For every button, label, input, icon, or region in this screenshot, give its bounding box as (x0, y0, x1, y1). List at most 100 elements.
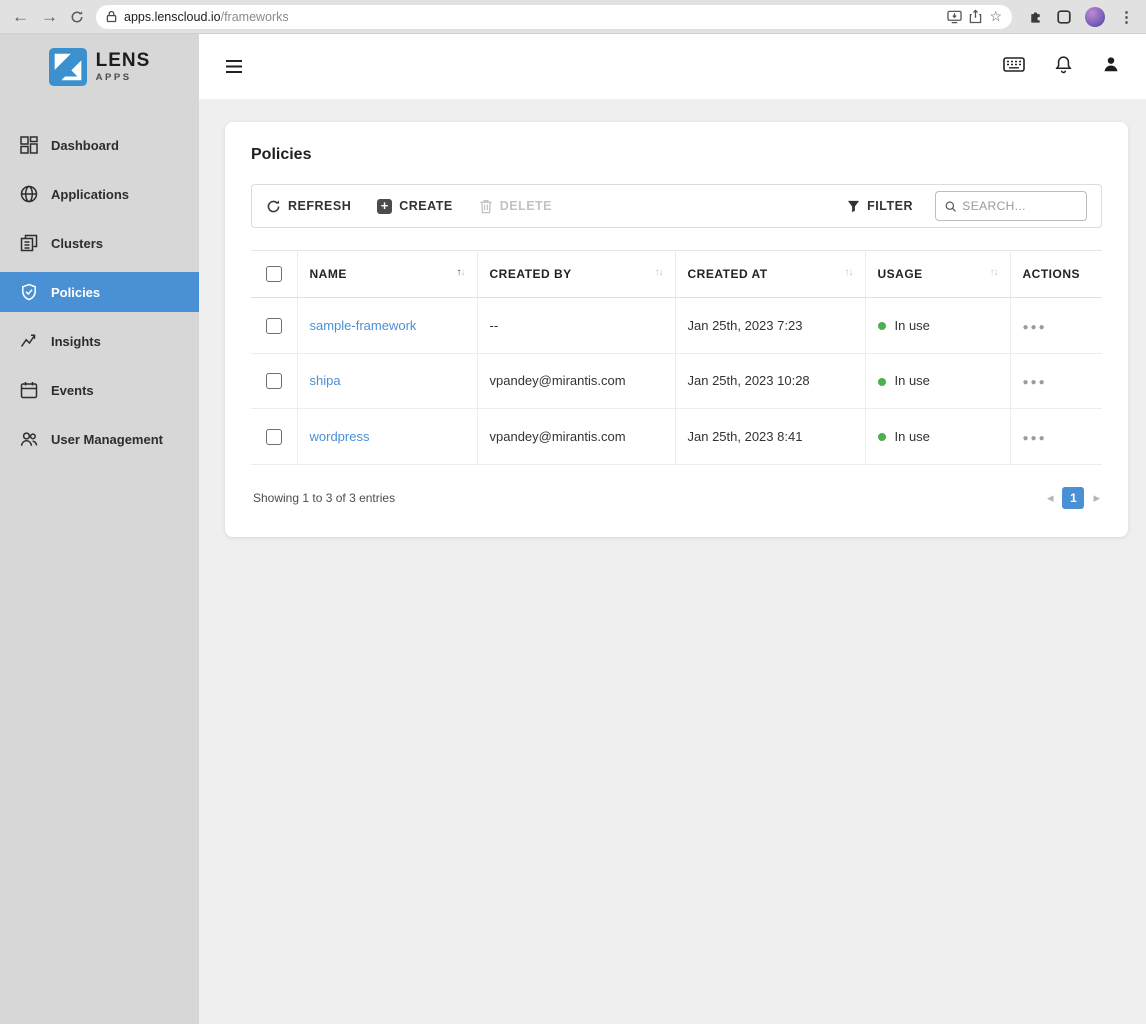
policy-name-link[interactable]: shipa (310, 373, 341, 388)
sidebar-item-label: Insights (51, 333, 101, 349)
select-all-checkbox[interactable] (265, 266, 282, 282)
sort-arrows-icon[interactable]: ↑↓ (845, 267, 854, 278)
toolbar-right: FILTER (847, 191, 1087, 221)
notifications-bell-icon[interactable] (1055, 55, 1072, 79)
sidebar-item-label: Dashboard (51, 137, 119, 153)
usage-label: In use (894, 317, 930, 333)
policy-name-link[interactable]: sample-framework (310, 318, 417, 333)
column-header-actions: ACTIONS (1010, 250, 1102, 298)
usage-cell: In use (865, 408, 1011, 465)
events-icon (20, 382, 38, 399)
url-text: apps.lenscloud.io/frameworks (124, 10, 289, 24)
share-icon[interactable] (969, 9, 982, 24)
column-label: ACTIONS (1022, 267, 1080, 281)
usage-label: In use (894, 373, 930, 389)
sidebar-item-clusters[interactable]: Clusters (0, 223, 199, 263)
policies-card: Policies REFRESH + CREATE DELETE FILTER … (225, 122, 1128, 537)
sidebar-item-dashboard[interactable]: Dashboard (0, 125, 199, 165)
filter-button[interactable]: FILTER (847, 199, 913, 213)
search-input[interactable] (962, 199, 1077, 213)
insights-icon (20, 334, 36, 347)
column-header-usage[interactable]: USAGE ↑↓ (865, 250, 1011, 298)
profile-avatar[interactable] (1085, 6, 1105, 27)
install-app-icon[interactable] (947, 10, 963, 24)
browser-back-icon[interactable]: ← (12, 8, 29, 25)
applications-icon (20, 185, 38, 203)
brand-sub: APPS (95, 71, 132, 83)
table-row: sample-framework -- Jan 25th, 2023 7:23 … (251, 297, 1102, 354)
sort-arrows-icon[interactable]: ↑↓ (457, 267, 466, 278)
sidebar-item-user-management[interactable]: User Management (0, 419, 199, 459)
row-checkbox[interactable] (265, 373, 282, 390)
sidebar-item-label: Events (51, 382, 94, 398)
lock-icon (106, 10, 117, 23)
app-logo[interactable]: LENS APPS (0, 34, 199, 99)
bookmark-star-icon[interactable]: ☆ (989, 8, 1002, 25)
usage-cell: In use (865, 353, 1011, 410)
search-icon (945, 200, 956, 212)
row-actions-menu-icon[interactable]: ●●● (1023, 377, 1047, 388)
tab-square-icon[interactable] (1057, 9, 1071, 24)
refresh-button[interactable]: REFRESH (266, 199, 351, 214)
header-icons (1003, 55, 1120, 79)
table-row: shipa vpandey@mirantis.com Jan 25th, 202… (251, 353, 1102, 410)
browser-refresh-icon[interactable] (70, 10, 84, 24)
prev-page-icon[interactable]: ◂ (1047, 491, 1054, 504)
extensions-puzzle-icon[interactable] (1028, 9, 1043, 24)
row-actions-menu-icon[interactable]: ●●● (1023, 433, 1047, 444)
column-label: USAGE (877, 267, 923, 281)
sidebar-item-policies[interactable]: Policies (0, 272, 199, 312)
lens-logo-icon (48, 47, 87, 86)
account-icon[interactable] (1102, 55, 1120, 78)
policies-table: NAME ↑↓ CREATED BY ↑↓ CREATED AT ↑↓ USAGE ↑↓… (251, 250, 1102, 465)
policy-name-link[interactable]: wordpress (310, 429, 370, 444)
in-use-dot (877, 322, 886, 331)
column-header-name[interactable]: NAME ↑↓ (297, 250, 478, 298)
column-label: CREATED BY (489, 267, 572, 281)
delete-button[interactable]: DELETE (479, 199, 552, 214)
create-button[interactable]: + CREATE (377, 198, 452, 214)
sidebar-item-insights[interactable]: Insights (0, 321, 199, 361)
column-label: NAME (309, 267, 347, 281)
filter-label: FILTER (867, 199, 913, 213)
toolbar: REFRESH + CREATE DELETE FILTER (251, 184, 1102, 228)
sidebar-item-applications[interactable]: Applications (0, 174, 199, 214)
sidebar-item-label: Clusters (51, 235, 104, 251)
usage-label: In use (894, 428, 930, 444)
address-bar[interactable]: apps.lenscloud.io/frameworks ☆ (96, 4, 1012, 29)
column-header-created-by[interactable]: CREATED BY ↑↓ (477, 250, 676, 298)
keyboard-icon[interactable] (1003, 56, 1025, 77)
created-by-cell: -- (477, 297, 676, 354)
page-number-button[interactable]: 1 (1062, 486, 1085, 509)
hamburger-menu-icon[interactable] (225, 59, 243, 74)
sidebar-item-label: Applications (51, 186, 130, 202)
next-page-icon[interactable]: ▸ (1093, 491, 1100, 504)
sidebar-item-events[interactable]: Events (0, 370, 199, 410)
dashboard-icon (20, 136, 38, 154)
row-checkbox[interactable] (265, 428, 282, 445)
created-at-cell: Jan 25th, 2023 8:41 (675, 408, 866, 465)
browser-bar: ← → apps.lenscloud.io/frameworks ☆ ⋮ (0, 0, 1146, 34)
app-top-row: LENS APPS (0, 34, 1146, 99)
sidebar-item-label: User Management (51, 431, 163, 447)
search-box[interactable] (935, 191, 1087, 221)
policies-icon (22, 283, 36, 301)
created-at-cell: Jan 25th, 2023 7:23 (675, 297, 866, 354)
delete-label: DELETE (499, 199, 553, 213)
browser-menu-icon[interactable]: ⋮ (1119, 8, 1134, 26)
url-path: /frameworks (220, 9, 289, 24)
main-content: Policies REFRESH + CREATE DELETE FILTER … (199, 99, 1146, 1024)
created-at-cell: Jan 25th, 2023 10:28 (675, 353, 866, 410)
sort-arrows-icon[interactable]: ↑↓ (990, 267, 999, 278)
table-footer: Showing 1 to 3 of 3 entries ◂ 1 ▸ (251, 465, 1102, 519)
column-header-created-at[interactable]: CREATED AT ↑↓ (675, 250, 866, 298)
row-checkbox[interactable] (265, 317, 282, 334)
in-use-dot (877, 377, 886, 386)
browser-forward-icon[interactable]: → (41, 8, 58, 25)
clusters-icon (20, 234, 38, 252)
table-row: wordpress vpandey@mirantis.com Jan 25th,… (251, 408, 1102, 465)
sort-arrows-icon[interactable]: ↑↓ (655, 267, 664, 278)
refresh-icon (267, 199, 280, 212)
row-actions-menu-icon[interactable]: ●●● (1023, 322, 1047, 333)
brand-name: LENS (95, 49, 151, 71)
